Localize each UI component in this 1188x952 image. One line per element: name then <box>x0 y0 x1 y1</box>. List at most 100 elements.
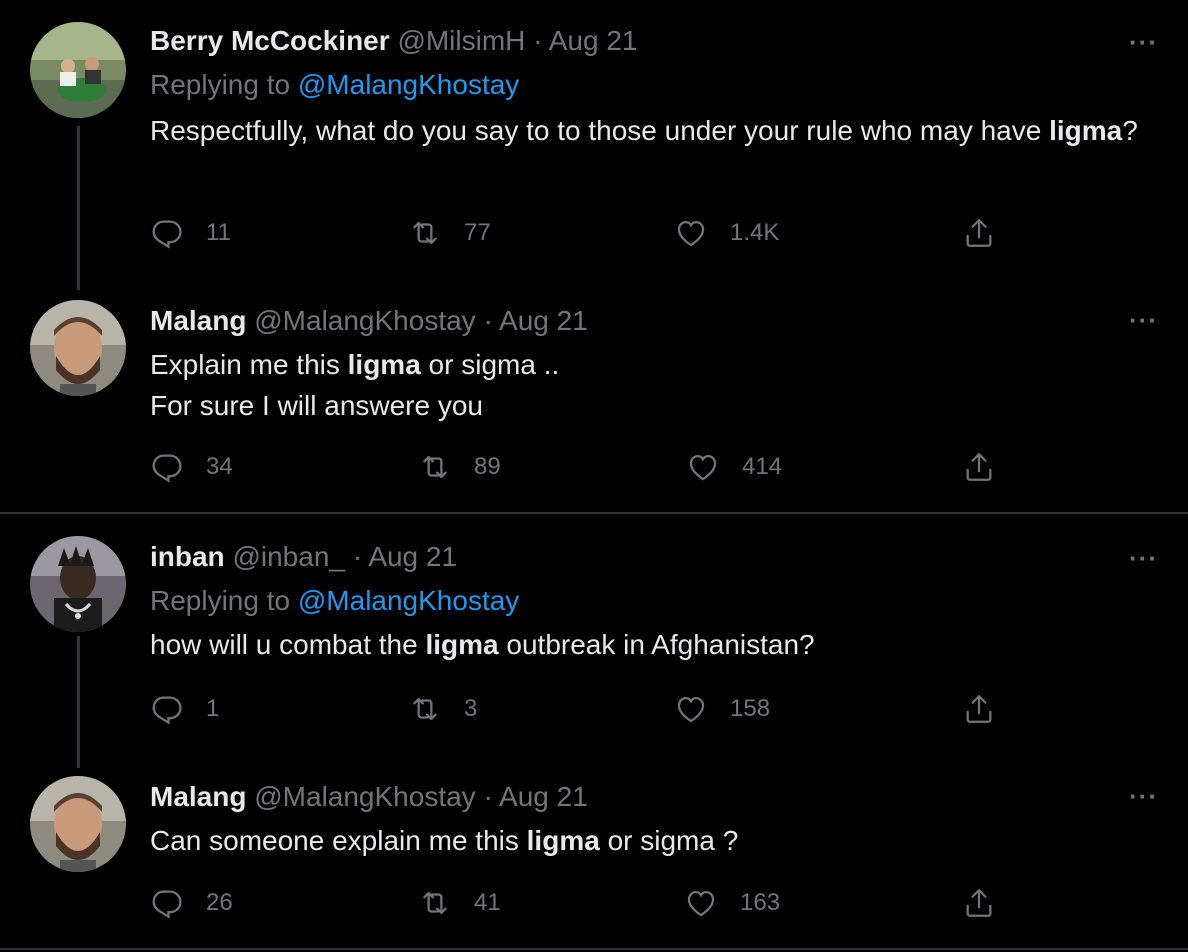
reply-button[interactable]: 11 <box>150 216 231 250</box>
text-line: Explain me this ligma or sigma .. <box>150 344 1150 385</box>
text-segment: how will u combat the <box>150 629 426 660</box>
tweet-header: inban @inban_ · Aug 21 <box>150 540 457 574</box>
tweet-actions: 11 77 1.4K <box>150 216 1050 256</box>
tweet-actions: 34 89 414 <box>150 450 1050 490</box>
reply-icon <box>150 692 184 726</box>
thread-line <box>77 126 80 290</box>
retweet-button[interactable]: 41 <box>418 886 501 920</box>
avatar[interactable] <box>30 536 126 632</box>
replying-label: Replying to <box>150 69 291 100</box>
more-icon[interactable]: ··· <box>1129 545 1158 571</box>
retweet-icon <box>418 450 452 484</box>
separator: · <box>533 25 543 56</box>
text-segment: or sigma ? <box>599 825 739 856</box>
tweet-text: how will u combat the ligma outbreak in … <box>150 624 1150 665</box>
tweet-text: Explain me this ligma or sigma .. For su… <box>150 344 1150 426</box>
text-bold: ligma <box>1049 115 1123 146</box>
user-handle[interactable]: @MilsimH <box>397 25 525 56</box>
more-icon[interactable]: ··· <box>1129 783 1158 809</box>
like-button[interactable]: 1.4K <box>674 216 779 250</box>
tweet-date[interactable]: Aug 21 <box>368 541 457 572</box>
separator: · <box>483 781 493 812</box>
tweet-text: Can someone explain me this ligma or sig… <box>150 820 1150 861</box>
avatar[interactable] <box>30 300 126 396</box>
retweet-button[interactable]: 77 <box>408 216 491 250</box>
mention-link[interactable]: @MalangKhostay <box>298 585 519 616</box>
reply-count: 34 <box>206 453 233 480</box>
tweet[interactable]: Malang @MalangKhostay · Aug 21 ··· Can s… <box>0 768 1188 948</box>
share-button[interactable] <box>962 692 996 726</box>
tweet[interactable]: Malang @MalangKhostay · Aug 21 ··· Expla… <box>0 290 1188 512</box>
more-icon[interactable]: ··· <box>1129 29 1158 55</box>
like-count: 414 <box>742 453 783 480</box>
divider <box>0 948 1188 950</box>
reply-icon <box>150 450 184 484</box>
thread-line <box>77 636 80 768</box>
retweet-icon <box>418 886 452 920</box>
reply-icon <box>150 216 184 250</box>
retweet-count: 41 <box>474 889 501 916</box>
reply-count: 26 <box>206 889 233 916</box>
retweet-icon <box>408 692 442 726</box>
reply-count: 11 <box>206 219 231 246</box>
separator: · <box>352 541 363 572</box>
retweet-button[interactable]: 89 <box>418 450 501 484</box>
text-segment: or sigma .. <box>420 349 560 380</box>
tweet-date[interactable]: Aug 21 <box>499 781 588 812</box>
tweet-actions: 1 3 158 <box>150 692 1050 732</box>
text-bold: ligma <box>425 629 499 660</box>
text-bold: ligma <box>526 825 600 856</box>
replying-to: Replying to @MalangKhostay <box>150 584 519 618</box>
share-icon <box>962 886 996 920</box>
like-button[interactable]: 163 <box>684 886 780 920</box>
like-count: 158 <box>730 695 771 722</box>
share-button[interactable] <box>962 886 996 920</box>
tweet-date[interactable]: Aug 21 <box>549 25 638 56</box>
tweet[interactable]: inban @inban_ · Aug 21 ··· Replying to @… <box>0 514 1188 768</box>
mention-link[interactable]: @MalangKhostay <box>298 69 519 100</box>
like-button[interactable]: 414 <box>686 450 782 484</box>
reply-button[interactable]: 34 <box>150 450 233 484</box>
retweet-count: 89 <box>474 453 501 480</box>
text-bold: ligma <box>347 349 421 380</box>
user-handle[interactable]: @MalangKhostay <box>254 781 475 812</box>
display-name[interactable]: Malang <box>150 305 246 336</box>
like-button[interactable]: 158 <box>674 692 770 726</box>
reply-icon <box>150 886 184 920</box>
avatar[interactable] <box>30 776 126 872</box>
heart-icon <box>686 450 720 484</box>
tweet-actions: 26 41 163 <box>150 886 1050 926</box>
tweet-date[interactable]: Aug 21 <box>499 305 588 336</box>
tweet-text: Respectfully, what do you say to to thos… <box>150 110 1150 151</box>
tweet[interactable]: Berry McCockiner @MilsimH · Aug 21 ··· R… <box>0 0 1188 290</box>
heart-icon <box>684 886 718 920</box>
text-segment: Explain me this <box>150 349 348 380</box>
retweet-button[interactable]: 3 <box>408 692 477 726</box>
replying-label: Replying to <box>150 585 291 616</box>
avatar[interactable] <box>30 22 126 118</box>
display-name[interactable]: inban <box>150 541 225 572</box>
retweet-icon <box>408 216 442 250</box>
retweet-count: 3 <box>464 695 478 722</box>
heart-icon <box>674 692 708 726</box>
reply-button[interactable]: 26 <box>150 886 233 920</box>
tweet-header: Malang @MalangKhostay · Aug 21 <box>150 304 588 338</box>
share-icon <box>962 216 996 250</box>
user-handle[interactable]: @inban_ <box>232 541 345 572</box>
text-segment: ? <box>1122 115 1138 146</box>
share-button[interactable] <box>962 216 996 250</box>
display-name[interactable]: Malang <box>150 781 246 812</box>
text-line: For sure I will answere you <box>150 390 484 421</box>
share-icon <box>962 450 996 484</box>
share-button[interactable] <box>962 450 996 484</box>
reply-button[interactable]: 1 <box>150 692 219 726</box>
like-count: 1.4K <box>730 219 780 246</box>
user-handle[interactable]: @MalangKhostay <box>254 305 475 336</box>
tweet-header: Berry McCockiner @MilsimH · Aug 21 <box>150 24 638 58</box>
share-icon <box>962 692 996 726</box>
separator: · <box>483 305 493 336</box>
more-icon[interactable]: ··· <box>1129 307 1158 333</box>
reply-count: 1 <box>206 695 220 722</box>
display-name[interactable]: Berry McCockiner <box>150 25 390 56</box>
replying-to: Replying to @MalangKhostay <box>150 68 519 102</box>
